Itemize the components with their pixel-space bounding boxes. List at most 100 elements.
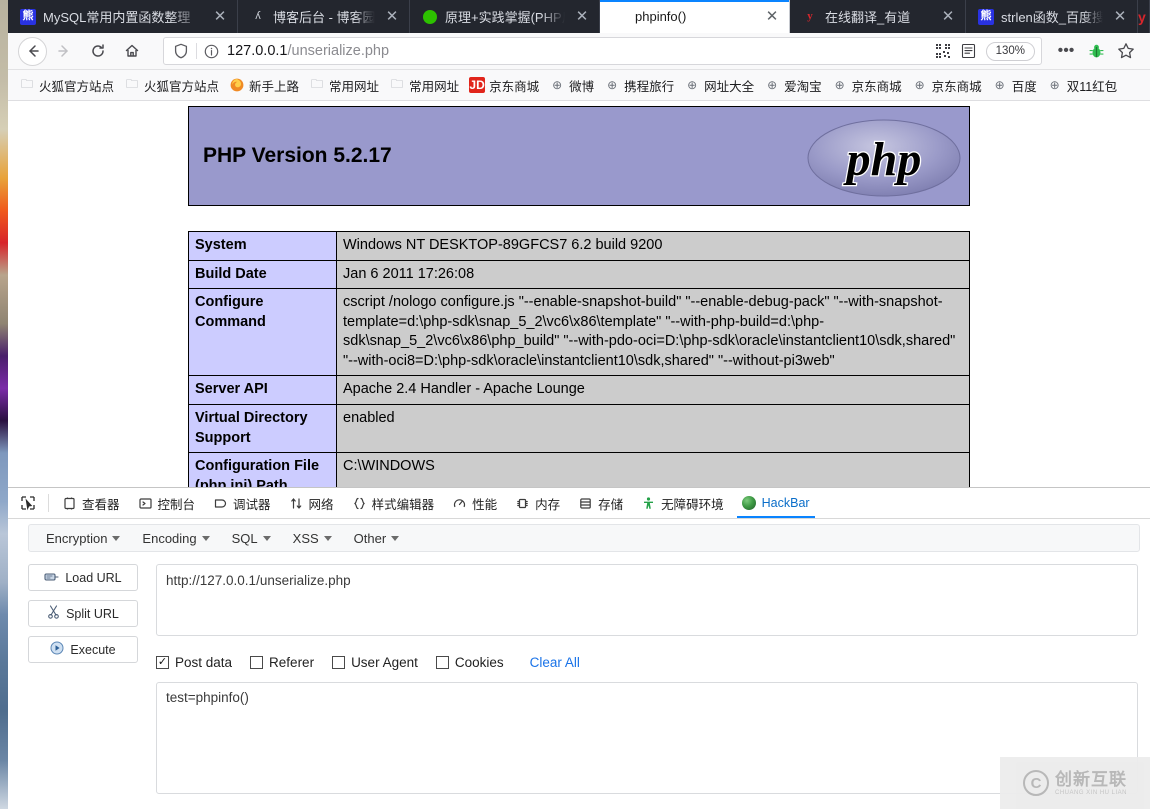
menu-xss[interactable]: XSS [282,531,343,546]
bookmark-item[interactable]: 🗀 常用网址 [384,73,464,97]
tab-console[interactable]: 控制台 [129,488,205,518]
menu-encryption[interactable]: Encryption [35,531,131,546]
hackbar-options: ✓ Post data Referer User Agent Cookies C… [156,655,1138,670]
home-button[interactable] [115,36,149,66]
browser-tab-1[interactable]: ʎ 博客后台 - 博客园 ✕ [238,0,410,33]
menu-encoding[interactable]: Encoding [131,531,220,546]
browser-tab-5[interactable]: 熊 strlen函数_百度搜索 ✕ [966,0,1138,33]
tab-close-button[interactable]: ✕ [571,6,593,28]
checkbox-checked-icon[interactable]: ✓ [156,656,169,669]
hackbar-menubar: Encryption Encoding SQL XSS Other [28,524,1140,552]
tab-title: strlen函数_百度搜索 [1001,10,1103,25]
table-key: Configure Command [188,288,337,377]
bookmark-item[interactable]: ⊕ 京东商城 [907,73,987,97]
tab-close-button[interactable]: ✕ [1109,6,1131,28]
browser-tab-3[interactable]: phpinfo() ✕ [600,0,790,33]
bookmark-item[interactable]: 🗀 火狐官方站点 [14,73,119,97]
checkbox-user-agent[interactable]: User Agent [332,655,418,670]
post-data-input[interactable] [156,682,1138,794]
tab-storage[interactable]: 存储 [569,488,632,518]
blank-favicon-icon [612,9,628,25]
tab-title: phpinfo() [635,9,687,24]
table-value: Jan 6 2011 17:26:08 [336,259,970,290]
checkbox-icon[interactable] [435,656,449,669]
checkbox-icon[interactable] [332,656,346,669]
table-key: Configuration File (php.ini) Path [188,452,337,487]
reader-mode-icon[interactable] [960,42,978,60]
url-bar[interactable]: 127.0.0.1/unserialize.php 130% [163,37,1042,65]
menu-label: Encryption [46,530,108,546]
browser-tab-overflow[interactable]: y [1138,0,1150,33]
forward-button[interactable] [47,36,81,66]
info-icon[interactable] [201,44,221,59]
checkbox-cookies[interactable]: Cookies [435,655,504,670]
checkbox-label: User Agent [351,655,418,670]
bookmark-item[interactable]: JD 京东商城 [464,73,544,97]
chevron-down-icon [391,535,400,541]
bookmark-label: 京东商城 [851,79,902,94]
table-row: Build Date Jan 6 2011 17:26:08 [188,259,970,290]
bug-icon[interactable] [1082,37,1110,65]
tab-network[interactable]: 网络 [280,488,343,518]
bookmark-item[interactable]: ⊕ 爱淘宝 [759,73,827,97]
tab-style-editor[interactable]: 样式编辑器 [343,488,444,518]
hackbar-actions: Load URL Split URL Execute [28,564,138,799]
element-picker-icon[interactable] [12,488,44,518]
browser-tab-0[interactable]: 熊 MySQL常用内置函数整理 ✕ [8,0,238,33]
checkbox-post-data[interactable]: ✓ Post data [156,655,232,670]
bookmark-item[interactable]: ⊕ 百度 [987,73,1042,97]
bookmark-item[interactable]: 新手上路 [224,73,304,97]
menu-sql[interactable]: SQL [221,531,282,546]
tab-close-button[interactable]: ✕ [761,6,783,28]
performance-icon [452,496,467,511]
url-input[interactable] [156,564,1138,636]
tab-label: 无障碍环境 [661,497,724,512]
bookmark-item[interactable]: ⊕ 微博 [544,73,599,97]
watermark-mark-icon: C [1022,770,1049,796]
network-icon [289,496,304,511]
qr-code-icon[interactable] [934,42,952,60]
clear-all-link[interactable]: Clear All [530,655,580,670]
url-text[interactable]: 127.0.0.1/unserialize.php [227,43,389,59]
tab-label: 内存 [535,497,561,512]
checkbox-referer[interactable]: Referer [250,655,314,670]
bookmark-item[interactable]: ⊕ 网址大全 [679,73,759,97]
cnblogs-icon: ʎ [255,10,261,22]
page-actions-menu-button[interactable]: ••• [1052,37,1080,65]
hackbar-icon [742,496,757,511]
globe-icon: ⊕ [552,78,563,92]
tab-accessibility[interactable]: 无障碍环境 [632,488,733,518]
tab-close-button[interactable]: ✕ [209,6,231,28]
browser-tab-2[interactable]: 原理+实践掌握(PHP反序列化) ✕ [410,0,600,33]
execute-button[interactable]: Execute [28,636,138,663]
tab-memory[interactable]: 内存 [506,488,569,518]
checkbox-icon[interactable] [250,656,264,669]
tab-hackbar[interactable]: HackBar [733,488,819,518]
post-data-container [156,682,1138,799]
split-url-button[interactable]: Split URL [28,600,138,627]
hackbar-fields: ✓ Post data Referer User Agent [138,564,1150,799]
bookmark-item[interactable]: 🗀 常用网址 [304,73,384,97]
browser-tab-4[interactable]: y 在线翻译_有道 ✕ [790,0,966,33]
star-icon[interactable] [1112,37,1140,65]
shield-icon[interactable] [170,43,192,59]
load-url-button[interactable]: Load URL [28,564,138,591]
chevron-down-icon [262,535,271,541]
bookmark-label: 新手上路 [249,79,300,94]
tab-debugger[interactable]: 调试器 [204,488,280,518]
tab-performance[interactable]: 性能 [443,488,506,518]
bookmark-item[interactable]: 🗀 火狐官方站点 [119,73,224,97]
bookmark-item[interactable]: ⊕ 携程旅行 [599,73,679,97]
back-button[interactable] [18,36,47,66]
tab-close-button[interactable]: ✕ [937,6,959,28]
reload-button[interactable] [81,36,115,66]
bookmark-label: 火狐官方站点 [144,79,220,94]
menu-other[interactable]: Other [343,531,411,546]
zoom-level-indicator[interactable]: 130% [985,41,1035,61]
tab-close-button[interactable]: ✕ [381,6,403,28]
tab-inspector[interactable]: 查看器 [53,488,129,518]
table-value: Apache 2.4 Handler - Apache Lounge [336,375,970,405]
bookmark-item[interactable]: ⊕ 双11红包 [1042,73,1122,97]
bookmark-item[interactable]: ⊕ 京东商城 [827,73,907,97]
firefox-icon [229,77,245,93]
